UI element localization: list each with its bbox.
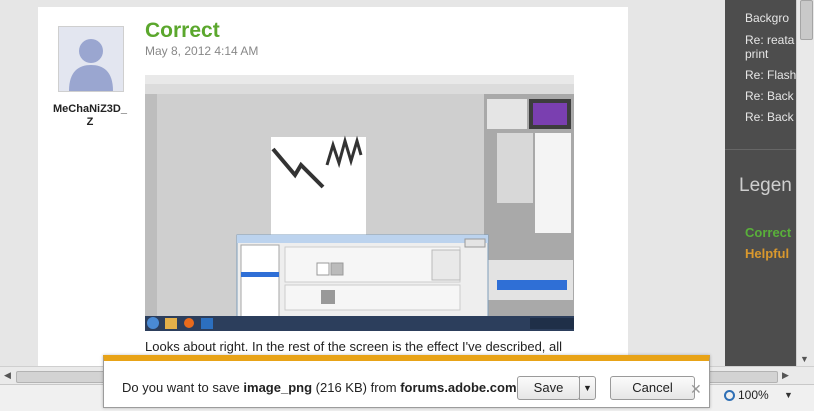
scroll-left-arrow-icon[interactable]: ◀ (4, 370, 11, 381)
download-message-from: from (366, 380, 401, 395)
sidebar-link-reata[interactable]: Re: reata (745, 33, 794, 47)
attached-screenshot-image[interactable] (145, 75, 574, 331)
download-site: forums.adobe.com (400, 380, 517, 395)
download-message: Do you want to save image_png (216 KB) f… (122, 380, 524, 395)
legend-helpful-label: Helpful (745, 246, 790, 261)
sidebar-link-print[interactable]: print (745, 47, 768, 61)
embedded-screenshot-graphic (145, 75, 574, 331)
close-icon[interactable]: ✕ (690, 381, 702, 398)
sidebar-link-back-2[interactable]: Re: Back (745, 110, 794, 124)
download-filename: image_png (243, 380, 313, 395)
legend-correct-label: Correct (745, 225, 792, 240)
save-button[interactable]: Save (517, 376, 580, 400)
user-avatar[interactable] (58, 26, 124, 92)
scroll-right-arrow-icon[interactable]: ▶ (782, 370, 789, 381)
vertical-scrollbar[interactable]: ▼ (796, 0, 814, 366)
sidebar-link-background[interactable]: Backgro (745, 11, 789, 25)
zoom-level: 100% (738, 388, 769, 402)
save-options-dropdown-icon[interactable]: ▼ (579, 376, 596, 400)
sidebar-link-back-1[interactable]: Re: Back (745, 89, 794, 103)
vertical-scroll-thumb[interactable] (800, 0, 813, 40)
sidebar: Backgro Re: reata print Re: Flash Re: Ba… (725, 0, 796, 366)
sidebar-link-flash[interactable]: Re: Flash (745, 68, 796, 82)
avatar-silhouette-icon (59, 27, 123, 91)
post-date: May 8, 2012 4:14 AM (145, 44, 259, 58)
zoom-magnifier-icon (724, 390, 735, 402)
download-message-prefix: Do you want to save (122, 380, 244, 395)
download-file-size: (216 KB) (315, 380, 367, 395)
post-body-text: Looks about right. In the rest of the sc… (145, 339, 563, 354)
post-status-badge: Correct (145, 19, 220, 42)
post-author-name[interactable]: MeChaNiZ3D_Z (52, 103, 128, 129)
sidebar-divider (725, 149, 796, 150)
download-notification-bar: Do you want to save image_png (216 KB) f… (103, 355, 710, 408)
legend-heading: Legen (739, 175, 792, 196)
scroll-down-arrow-icon[interactable]: ▼ (800, 354, 809, 364)
cancel-button[interactable]: Cancel (610, 376, 695, 400)
zoom-dropdown-icon[interactable]: ▼ (784, 390, 793, 400)
zoom-control[interactable]: 100% (724, 388, 769, 402)
